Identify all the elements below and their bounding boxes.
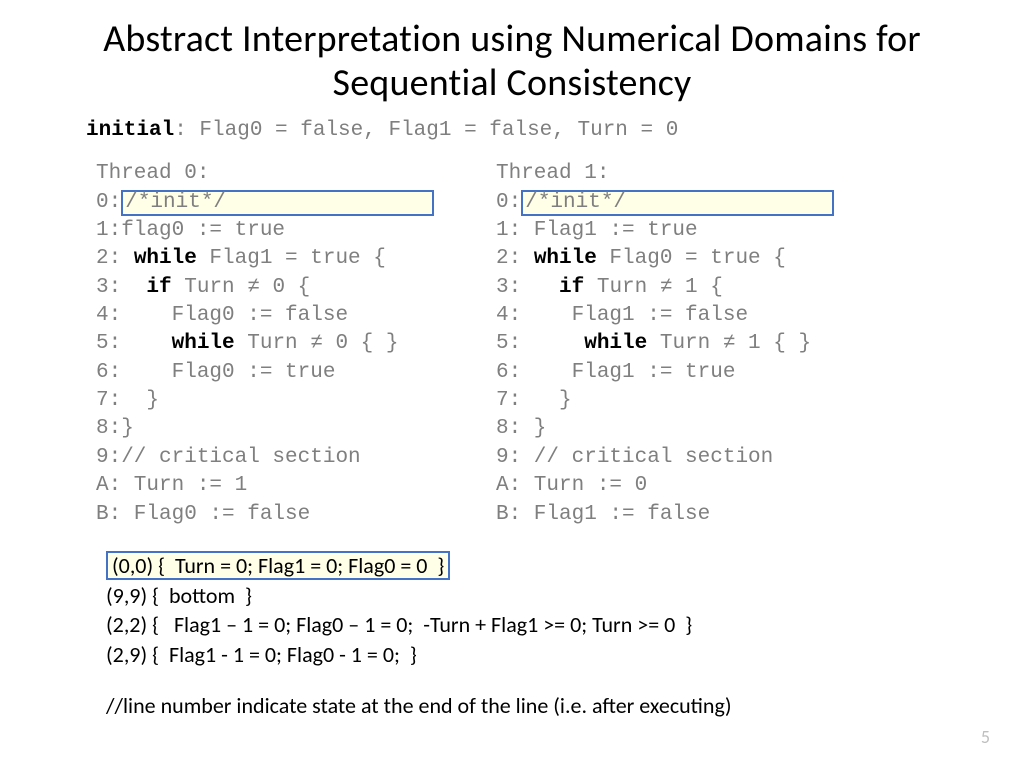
t0-l8: 8:} xyxy=(96,417,134,440)
t1-l2b: Flag0 = true { xyxy=(597,247,786,270)
threads-container: Thread 0: 0:/*init*/ 1:flag0 := true 2: … xyxy=(96,160,974,528)
t1-lB: B: Flag1 := false xyxy=(496,503,710,526)
t0-l5a: 5: xyxy=(96,332,172,355)
initial-line: initial: Flag0 = false, Flag1 = false, T… xyxy=(86,119,974,142)
initial-label: initial xyxy=(86,119,174,142)
t0-l3-kw: if xyxy=(146,276,171,299)
t1-l5a: 5: xyxy=(496,332,584,355)
thread-0: Thread 0: 0:/*init*/ 1:flag0 := true 2: … xyxy=(96,160,496,528)
t0-lB: B: Flag0 := false xyxy=(96,503,310,526)
slide-title: Abstract Interpretation using Numerical … xyxy=(50,18,974,105)
t1-lA: A: Turn := 0 xyxy=(496,474,647,497)
t0-l2-kw: while xyxy=(134,247,197,270)
t0-l4: 4: Flag0 := false xyxy=(96,304,348,327)
t1-l1: 1: Flag1 := true xyxy=(496,219,698,242)
t0-l0-prefix: 0: xyxy=(96,191,121,214)
state-00-highlight: (0,0) { Turn = 0; Flag1 = 0; Flag0 = 0 } xyxy=(106,551,450,580)
t1-l6: 6: Flag1 := true xyxy=(496,361,735,384)
t0-l5b: Turn ≠ 0 { } xyxy=(235,332,399,355)
t0-l5-kw: while xyxy=(172,332,235,355)
page-number: 5 xyxy=(981,726,990,748)
t0-l3b: Turn ≠ 0 { xyxy=(172,276,311,299)
footnote: //line number indicate state at the end … xyxy=(106,692,974,719)
t1-l7: 7: } xyxy=(496,389,572,412)
t1-l2-kw: while xyxy=(534,247,597,270)
t0-l7: 7: } xyxy=(96,389,159,412)
t1-l5b: Turn ≠ 1 { } xyxy=(647,332,811,355)
t0-l2a: 2: xyxy=(96,247,134,270)
t0-l3a: 3: xyxy=(96,276,146,299)
t1-l5-kw: while xyxy=(584,332,647,355)
t1-l3b: Turn ≠ 1 { xyxy=(584,276,723,299)
initial-text: : Flag0 = false, Flag1 = false, Turn = 0 xyxy=(174,119,678,142)
t1-l8: 8: } xyxy=(496,417,546,440)
t1-l3-kw: if xyxy=(559,276,584,299)
t0-lA: A: Turn := 1 xyxy=(96,474,247,497)
t1-l0-highlight: /*init*/ xyxy=(521,190,833,216)
t1-l2a: 2: xyxy=(496,247,534,270)
t1-header: Thread 1: xyxy=(496,162,609,185)
t0-header: Thread 0: xyxy=(96,162,209,185)
t0-l0-highlight: /*init*/ xyxy=(121,190,433,216)
state-22: (2,2) { Flag1 – 1 = 0; Flag0 – 1 = 0; -T… xyxy=(106,610,974,640)
t1-l4: 4: Flag1 := false xyxy=(496,304,748,327)
thread-1: Thread 1: 0:/*init*/ 1: Flag1 := true 2:… xyxy=(496,160,916,528)
t1-l0-prefix: 0: xyxy=(496,191,521,214)
t0-l1: 1:flag0 := true xyxy=(96,219,285,242)
t1-l9: 9: // critical section xyxy=(496,446,773,469)
t0-l6: 6: Flag0 := true xyxy=(96,361,335,384)
t1-l3a: 3: xyxy=(496,276,559,299)
t0-l9: 9:// critical section xyxy=(96,446,361,469)
states-block: (0,0) { Turn = 0; Flag1 = 0; Flag0 = 0 }… xyxy=(106,551,974,670)
t0-l2b: Flag1 = true { xyxy=(197,247,386,270)
state-99: (9,9) { bottom } xyxy=(106,581,974,611)
state-29: (2,9) { Flag1 - 1 = 0; Flag0 - 1 = 0; } xyxy=(106,640,974,670)
